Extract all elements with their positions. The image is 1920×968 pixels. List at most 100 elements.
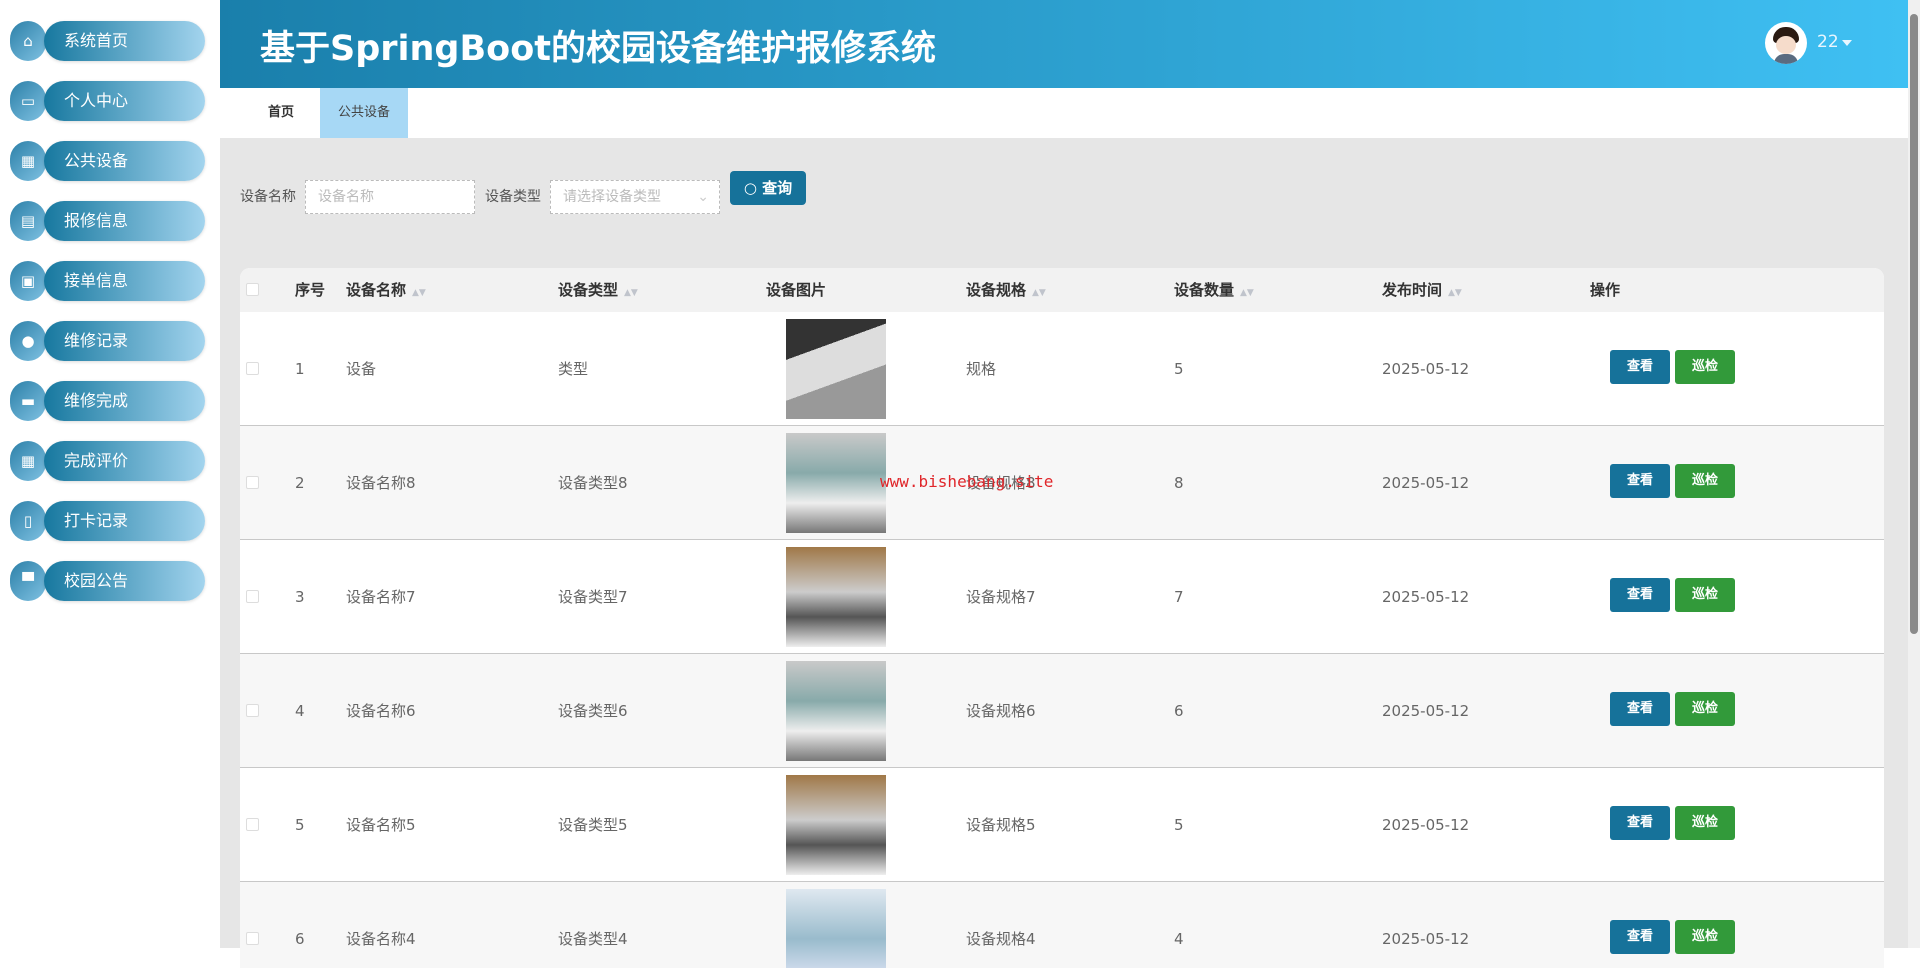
- device-image[interactable]: [786, 889, 886, 968]
- header-time[interactable]: 发布时间 ▲▼: [1382, 268, 1462, 315]
- cell-spec: 设备规格6: [966, 702, 1036, 720]
- cell-type: 设备类型4: [558, 930, 628, 948]
- view-button[interactable]: 查看: [1610, 806, 1670, 840]
- scrollbar-thumb[interactable]: [1910, 14, 1918, 634]
- device-table: 序号 设备名称 ▲▼ 设备类型 ▲▼ 设备图片 设备规格 ▲▼ 设备数量 ▲▼ 发布时间…: [240, 268, 1884, 968]
- inspect-button[interactable]: 巡检: [1675, 920, 1735, 954]
- table-row: 1 设备 类型 规格 5 2025-05-12 查看 巡检: [240, 312, 1884, 426]
- query-label: 查询: [762, 179, 793, 197]
- cell-spec: 设备规格5: [966, 816, 1036, 834]
- sort-icon: ▲▼: [412, 288, 426, 298]
- header: 基于SpringBoot的校园设备维护报修系统 22: [220, 0, 1908, 88]
- sidebar-item-7[interactable]: ▦ 完成评价: [10, 441, 205, 481]
- scrollbar[interactable]: [1908, 0, 1920, 948]
- sidebar-item-label: 公共设备: [44, 141, 205, 181]
- monitor-icon: ▀: [10, 561, 46, 601]
- view-button[interactable]: 查看: [1610, 464, 1670, 498]
- row-checkbox[interactable]: [246, 704, 259, 717]
- sort-icon: ▲▼: [624, 288, 638, 298]
- device-image[interactable]: [786, 319, 886, 419]
- sidebar-item-label: 完成评价: [44, 441, 205, 481]
- device-image[interactable]: [786, 661, 886, 761]
- row-checkbox[interactable]: [246, 362, 259, 375]
- cell-index: 3: [295, 588, 305, 606]
- sidebar-item-label: 打卡记录: [44, 501, 205, 541]
- query-button[interactable]: ○ 查询: [730, 171, 806, 205]
- view-button[interactable]: 查看: [1610, 692, 1670, 726]
- sidebar-item-label: 个人中心: [44, 81, 205, 121]
- table-row: 4 设备名称6 设备类型6 设备规格6 6 2025-05-12 查看 巡检: [240, 654, 1884, 768]
- inspect-button[interactable]: 巡检: [1675, 350, 1735, 384]
- view-button[interactable]: 查看: [1610, 350, 1670, 384]
- tab-bar: 首页 公共设备: [220, 88, 1908, 138]
- header-count[interactable]: 设备数量 ▲▼: [1174, 268, 1254, 315]
- sidebar-item-3[interactable]: ▤ 报修信息: [10, 201, 205, 241]
- device-name-label: 设备名称: [240, 189, 296, 205]
- main-content: 设备名称 设备名称 设备类型 请选择设备类型 ⌄ ○ 查询 序号 设备名称 ▲▼ 设…: [220, 138, 1908, 968]
- header-image: 设备图片: [766, 281, 827, 299]
- row-checkbox[interactable]: [246, 818, 259, 831]
- sidebar-item-6[interactable]: ▬ 维修完成: [10, 381, 205, 421]
- device-type-placeholder: 请选择设备类型: [563, 189, 661, 205]
- inspect-button[interactable]: 巡检: [1675, 806, 1735, 840]
- cell-spec: 设备规格4: [966, 930, 1036, 948]
- sidebar-item-9[interactable]: ▀ 校园公告: [10, 561, 205, 601]
- username[interactable]: 22: [1817, 32, 1839, 52]
- card-icon: ▭: [10, 81, 46, 121]
- cell-count: 6: [1174, 702, 1184, 720]
- inspect-button[interactable]: 巡检: [1675, 692, 1735, 726]
- cell-spec: 设备规格7: [966, 588, 1036, 606]
- device-image[interactable]: [786, 775, 886, 875]
- header-name[interactable]: 设备名称 ▲▼: [346, 268, 426, 315]
- inspect-button[interactable]: 巡检: [1675, 464, 1735, 498]
- view-button[interactable]: 查看: [1610, 578, 1670, 612]
- cell-count: 8: [1174, 474, 1184, 492]
- sidebar-item-2[interactable]: ▦ 公共设备: [10, 141, 205, 181]
- row-checkbox[interactable]: [246, 932, 259, 945]
- select-all-checkbox[interactable]: [246, 283, 259, 296]
- cell-time: 2025-05-12: [1382, 816, 1470, 834]
- sidebar-item-8[interactable]: ▯ 打卡记录: [10, 501, 205, 541]
- tab-home[interactable]: 首页: [250, 88, 312, 138]
- sidebar-item-0[interactable]: ⌂ 系统首页: [10, 21, 205, 61]
- sidebar-item-label: 维修记录: [44, 321, 205, 361]
- sidebar-item-1[interactable]: ▭ 个人中心: [10, 81, 205, 121]
- document-icon: ▯: [10, 501, 46, 541]
- row-checkbox[interactable]: [246, 476, 259, 489]
- chart-icon: ▤: [10, 201, 46, 241]
- cell-count: 5: [1174, 360, 1184, 378]
- search-icon: ○: [743, 179, 757, 197]
- cell-time: 2025-05-12: [1382, 930, 1470, 948]
- sidebar-item-5[interactable]: ● 维修记录: [10, 321, 205, 361]
- header-spec[interactable]: 设备规格 ▲▼: [966, 268, 1046, 315]
- device-type-select[interactable]: 请选择设备类型 ⌄: [550, 180, 720, 214]
- device-image[interactable]: [786, 433, 886, 533]
- avatar[interactable]: [1765, 22, 1807, 64]
- cell-name: 设备名称6: [346, 702, 416, 720]
- cell-time: 2025-05-12: [1382, 702, 1470, 720]
- cell-index: 4: [295, 702, 305, 720]
- device-name-input[interactable]: 设备名称: [305, 180, 475, 214]
- tab-public-devices[interactable]: 公共设备: [320, 88, 409, 138]
- sidebar-item-label: 接单信息: [44, 261, 205, 301]
- sidebar-item-label: 维修完成: [44, 381, 205, 421]
- device-type-label: 设备类型: [485, 189, 541, 205]
- table-row: 2 设备名称8 设备类型8 设备规格8 8 2025-05-12 查看 巡检: [240, 426, 1884, 540]
- sidebar-item-4[interactable]: ▣ 接单信息: [10, 261, 205, 301]
- header-type[interactable]: 设备类型 ▲▼: [558, 268, 638, 315]
- cell-name: 设备名称5: [346, 816, 416, 834]
- cell-index: 2: [295, 474, 305, 492]
- cell-count: 5: [1174, 816, 1184, 834]
- sidebar-item-label: 校园公告: [44, 561, 205, 601]
- device-image[interactable]: [786, 547, 886, 647]
- inspect-button[interactable]: 巡检: [1675, 578, 1735, 612]
- cell-index: 5: [295, 816, 305, 834]
- view-button[interactable]: 查看: [1610, 920, 1670, 954]
- sidebar-item-label: 报修信息: [44, 201, 205, 241]
- caret-down-icon[interactable]: [1842, 40, 1852, 46]
- row-checkbox[interactable]: [246, 590, 259, 603]
- table-row: 6 设备名称4 设备类型4 设备规格4 4 2025-05-12 查看 巡检: [240, 882, 1884, 968]
- header-index: 序号: [295, 281, 326, 299]
- table-row: 5 设备名称5 设备类型5 设备规格5 5 2025-05-12 查看 巡检: [240, 768, 1884, 882]
- cell-name: 设备名称8: [346, 474, 416, 492]
